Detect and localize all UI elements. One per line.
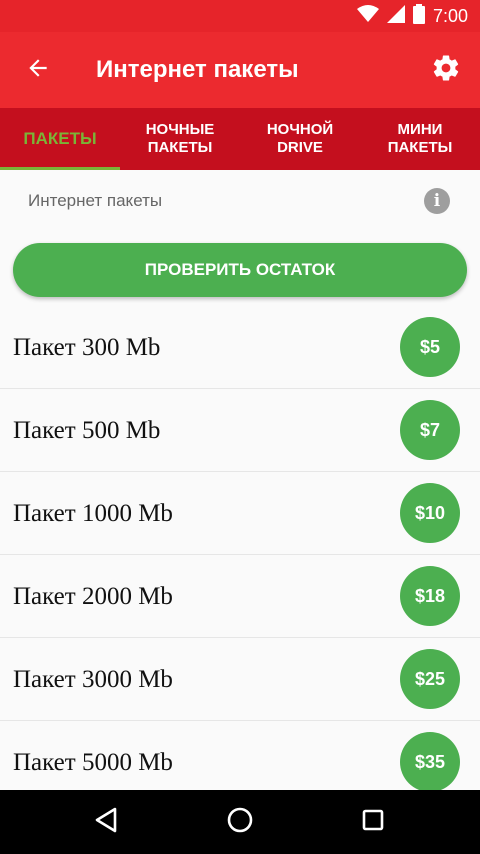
list-item[interactable]: Пакет 1000 Mb $10 bbox=[0, 472, 480, 555]
navigation-bar bbox=[0, 790, 480, 854]
nav-home-button[interactable] bbox=[222, 804, 258, 840]
nav-recents-button[interactable] bbox=[355, 804, 391, 840]
list-item[interactable]: Пакет 500 Mb $7 bbox=[0, 389, 480, 472]
arrow-back-icon bbox=[25, 55, 51, 86]
list-item[interactable]: Пакет 2000 Mb $18 bbox=[0, 555, 480, 638]
tab-night-packages[interactable]: НОЧНЫЕ ПАКЕТЫ bbox=[120, 108, 240, 170]
check-balance-button[interactable]: ПРОВЕРИТЬ ОСТАТОК bbox=[13, 243, 467, 297]
signal-icon bbox=[386, 4, 405, 28]
nav-recents-icon bbox=[361, 808, 385, 837]
section-title: Интернет пакеты bbox=[28, 191, 163, 210]
price-badge[interactable]: $18 bbox=[400, 566, 460, 626]
wifi-icon bbox=[356, 4, 379, 28]
page-title: Интернет пакеты bbox=[96, 56, 299, 83]
nav-back-button[interactable] bbox=[88, 804, 124, 840]
battery-icon bbox=[412, 3, 425, 29]
package-name: Пакет 2000 Mb bbox=[13, 583, 173, 610]
status-icons: 7:00 bbox=[356, 0, 468, 32]
nav-back-icon bbox=[93, 806, 119, 839]
price-badge[interactable]: $10 bbox=[400, 483, 460, 543]
package-name: Пакет 3000 Mb bbox=[13, 666, 173, 693]
status-bar: 7:00 bbox=[0, 0, 480, 32]
package-name: Пакет 300 Mb bbox=[13, 334, 161, 361]
package-name: Пакет 1000 Mb bbox=[13, 500, 173, 527]
tab-packages[interactable]: ПАКЕТЫ bbox=[0, 108, 120, 170]
tab-mini-packages[interactable]: МИНИ ПАКЕТЫ bbox=[360, 108, 480, 170]
toolbar: Интернет пакеты bbox=[0, 32, 480, 108]
list-item[interactable]: Пакет 300 Mb $5 bbox=[0, 306, 480, 389]
settings-button[interactable] bbox=[428, 52, 464, 88]
section-header: Интернет пакеты i bbox=[0, 170, 480, 232]
price-badge[interactable]: $35 bbox=[400, 732, 460, 792]
list-item[interactable]: Пакет 3000 Mb $25 bbox=[0, 638, 480, 721]
info-icon[interactable]: i bbox=[424, 188, 450, 214]
package-name: Пакет 500 Mb bbox=[13, 417, 161, 444]
package-list: Пакет 300 Mb $5 Пакет 500 Mb $7 Пакет 10… bbox=[0, 306, 480, 804]
tab-bar: ПАКЕТЫ НОЧНЫЕ ПАКЕТЫ НОЧНОЙ DRIVE МИНИ П… bbox=[0, 108, 480, 170]
price-badge[interactable]: $25 bbox=[400, 649, 460, 709]
status-time: 7:00 bbox=[432, 5, 468, 26]
gear-icon bbox=[431, 53, 461, 88]
price-badge[interactable]: $7 bbox=[400, 400, 460, 460]
price-badge[interactable]: $5 bbox=[400, 317, 460, 377]
tab-night-drive[interactable]: НОЧНОЙ DRIVE bbox=[240, 108, 360, 170]
back-button[interactable] bbox=[20, 52, 56, 88]
nav-home-icon bbox=[226, 806, 254, 839]
